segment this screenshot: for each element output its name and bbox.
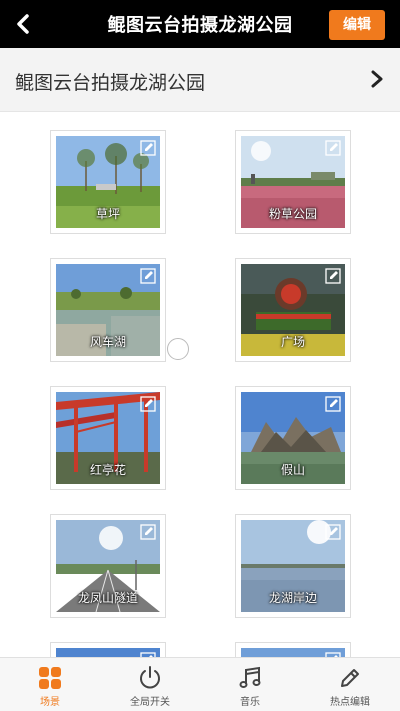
scene-card[interactable] — [50, 642, 166, 657]
edit-icon[interactable] — [325, 268, 341, 284]
scene-thumbnail: 假山 — [241, 392, 345, 484]
tab-music[interactable]: 音乐 — [200, 658, 300, 711]
scene-thumbnail: 龙凤山隧道 — [56, 520, 160, 612]
scene-card[interactable]: 龙湖岸边 — [235, 514, 351, 618]
scene-label: 龙凤山隧道 — [77, 591, 138, 605]
scene-card[interactable]: 龙凤山隧道 — [50, 514, 166, 618]
edit-icon[interactable] — [140, 268, 156, 284]
loading-indicator — [167, 338, 189, 360]
tab-hotspot-edit[interactable]: 热点编辑 — [300, 658, 400, 711]
scene-card[interactable]: 粉草公园 — [235, 130, 351, 234]
scene-label: 假山 — [280, 463, 305, 477]
scene-thumbnail: 龙湖岸边 — [241, 520, 345, 612]
scene-card[interactable] — [235, 642, 351, 657]
scene-card[interactable]: 草坪 — [50, 130, 166, 234]
scene-label: 粉草公园 — [268, 207, 317, 221]
tab-label: 音乐 — [240, 697, 260, 708]
scene-thumbnail: 粉草公园 — [241, 136, 345, 228]
tab-scenes[interactable]: 场景 — [0, 658, 100, 711]
scene-label: 风车湖 — [89, 335, 126, 349]
power-icon — [140, 666, 160, 689]
tab-global-switch[interactable]: 全局开关 — [100, 658, 200, 711]
edit-icon[interactable] — [140, 140, 156, 156]
project-header[interactable]: 鲲图云台拍摄龙湖公园 — [0, 48, 400, 112]
scene-thumbnail: 广场 — [241, 264, 345, 356]
scene-label: 龙湖岸边 — [268, 591, 317, 605]
project-title: 鲲图云台拍摄龙湖公园 — [15, 72, 206, 94]
edit-icon[interactable] — [140, 524, 156, 540]
scene-card[interactable]: 风车湖 — [50, 258, 166, 362]
music-icon — [239, 666, 261, 688]
grid-icon — [39, 667, 61, 689]
edit-icon[interactable] — [325, 140, 341, 156]
bottom-tab-bar: 场景 全局开关 音乐 热点编辑 — [0, 657, 400, 711]
scene-card[interactable]: 广场 — [235, 258, 351, 362]
edit-button[interactable]: 编辑 — [329, 10, 385, 40]
scene-card[interactable]: 红亭花 — [50, 386, 166, 490]
chevron-right-icon — [371, 70, 383, 88]
scene-card[interactable]: 假山 — [235, 386, 351, 490]
scene-thumbnail: 风车湖 — [56, 264, 160, 356]
scene-thumbnail: 红亭花 — [56, 392, 160, 484]
pencil-icon — [341, 669, 359, 687]
tab-label: 热点编辑 — [330, 697, 370, 708]
edit-icon[interactable] — [325, 396, 341, 412]
scene-thumbnail — [241, 648, 345, 657]
edit-icon[interactable] — [140, 396, 156, 412]
scene-thumbnail — [56, 648, 160, 657]
scene-label: 草坪 — [95, 207, 120, 221]
tab-label: 场景 — [40, 697, 60, 708]
scene-label: 红亭花 — [89, 463, 126, 477]
tab-label: 全局开关 — [130, 697, 170, 708]
edit-icon[interactable] — [325, 524, 341, 540]
scene-grid: 草坪 粉草公园 风车湖 广场 红亭花 假山 龙凤山隧道 龙湖岸边 — [0, 113, 400, 657]
scene-label: 广场 — [280, 335, 305, 349]
top-bar: 鲲图云台拍摄龙湖公园 编辑 — [0, 0, 400, 48]
scene-thumbnail: 草坪 — [56, 136, 160, 228]
